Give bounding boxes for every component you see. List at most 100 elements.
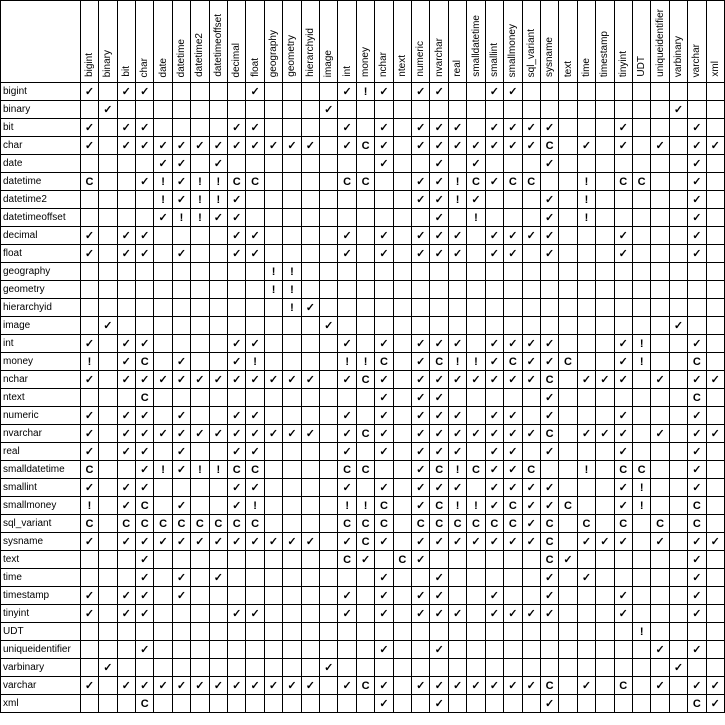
cell-bigint-varchar	[688, 83, 706, 101]
cell-int-smallint: ✓	[485, 335, 503, 353]
cell-time-datetime2	[191, 569, 209, 587]
cell-numeric-real: ✓	[448, 407, 466, 425]
cell-sysname-UDT	[632, 533, 650, 551]
cell-image-varchar	[688, 317, 706, 335]
cell-char-UDT	[632, 137, 650, 155]
col-header-bigint: bigint	[80, 1, 98, 83]
cell-varbinary-geography	[264, 659, 282, 677]
cell-varbinary-real	[448, 659, 466, 677]
cell-ntext-real	[448, 389, 466, 407]
cell-varchar-UDT	[632, 677, 650, 695]
cell-binary-tinyint	[614, 101, 632, 119]
cell-nchar-decimal: ✓	[228, 371, 246, 389]
col-header-binary: binary	[99, 1, 117, 83]
cell-smalldatetime-geography	[264, 461, 282, 479]
cell-image-hierarchyid	[301, 317, 319, 335]
cell-binary-datetimeoffset	[209, 101, 227, 119]
cell-datetimeoffset-sysname: ✓	[540, 209, 558, 227]
cell-sql_variant-datetime2: C	[191, 515, 209, 533]
cell-bigint-date	[154, 83, 172, 101]
cell-ntext-datetime2	[191, 389, 209, 407]
cell-numeric-nvarchar: ✓	[430, 407, 448, 425]
row-header-date: date	[1, 155, 81, 173]
cell-smallint-time	[577, 479, 595, 497]
cell-decimal-float: ✓	[246, 227, 264, 245]
cell-timestamp-geometry	[283, 587, 301, 605]
cell-nchar-time: ✓	[577, 371, 595, 389]
cell-geography-text	[559, 263, 577, 281]
cell-nvarchar-ntext	[393, 425, 411, 443]
col-header-varbinary: varbinary	[669, 1, 687, 83]
cell-smalldatetime-smallint: ✓	[485, 461, 503, 479]
cell-decimal-time	[577, 227, 595, 245]
cell-int-datetimeoffset	[209, 335, 227, 353]
cell-bigint-image	[320, 83, 338, 101]
cell-timestamp-smallmoney	[504, 587, 522, 605]
cell-money-sql_variant: ✓	[522, 353, 540, 371]
cell-tinyint-timestamp	[596, 605, 614, 623]
cell-binary-nvarchar	[430, 101, 448, 119]
cell-numeric-geometry	[283, 407, 301, 425]
cell-time-UDT	[632, 569, 650, 587]
cell-bigint-uniqueidentifier	[651, 83, 669, 101]
cell-int-UDT: !	[632, 335, 650, 353]
cell-nvarchar-decimal: ✓	[228, 425, 246, 443]
col-header-geography: geography	[264, 1, 282, 83]
cell-bit-float: ✓	[246, 119, 264, 137]
cell-smallmoney-smallint: ✓	[485, 497, 503, 515]
cell-varbinary-numeric	[412, 659, 430, 677]
row-header-uniqueidentifier: uniqueidentifier	[1, 641, 81, 659]
row-header-datetimeoffset: datetimeoffset	[1, 209, 81, 227]
cell-nchar-UDT	[632, 371, 650, 389]
cell-binary-int	[338, 101, 356, 119]
cell-bigint-numeric: ✓	[412, 83, 430, 101]
cell-UDT-datetimeoffset	[209, 623, 227, 641]
cell-tinyint-money	[356, 605, 374, 623]
col-header-date: date	[154, 1, 172, 83]
cell-float-geometry	[283, 245, 301, 263]
cell-sysname-sysname: C	[540, 533, 558, 551]
cell-date-datetimeoffset: ✓	[209, 155, 227, 173]
cell-text-nvarchar	[430, 551, 448, 569]
cell-nvarchar-tinyint: ✓	[614, 425, 632, 443]
cell-datetimeoffset-datetime: !	[172, 209, 190, 227]
cell-geometry-binary	[99, 281, 117, 299]
cell-xml-int	[338, 695, 356, 713]
cell-float-smallmoney: ✓	[504, 245, 522, 263]
cell-char-image	[320, 137, 338, 155]
cell-varbinary-time	[577, 659, 595, 677]
cell-smalldatetime-sql_variant: C	[522, 461, 540, 479]
row-header-datetime2: datetime2	[1, 191, 81, 209]
cell-money-decimal: ✓	[228, 353, 246, 371]
cell-decimal-sql_variant: ✓	[522, 227, 540, 245]
cell-money-datetime: ✓	[172, 353, 190, 371]
cell-xml-datetimeoffset	[209, 695, 227, 713]
cell-uniqueidentifier-decimal	[228, 641, 246, 659]
cell-decimal-datetimeoffset	[209, 227, 227, 245]
cell-bigint-xml	[706, 83, 724, 101]
cell-smalldatetime-xml	[706, 461, 724, 479]
cell-timestamp-image	[320, 587, 338, 605]
cell-date-binary	[99, 155, 117, 173]
cell-numeric-smallint: ✓	[485, 407, 503, 425]
cell-hierarchyid-text	[559, 299, 577, 317]
cell-real-bit: ✓	[117, 443, 135, 461]
col-header-real: real	[448, 1, 466, 83]
cell-hierarchyid-datetime2	[191, 299, 209, 317]
cell-date-numeric	[412, 155, 430, 173]
cell-UDT-datetime2	[191, 623, 209, 641]
cell-smallint-char: ✓	[135, 479, 153, 497]
cell-image-UDT	[632, 317, 650, 335]
cell-uniqueidentifier-smallmoney	[504, 641, 522, 659]
cell-time-datetime: ✓	[172, 569, 190, 587]
cell-xml-UDT	[632, 695, 650, 713]
cell-nchar-geometry: ✓	[283, 371, 301, 389]
cell-varchar-sysname: C	[540, 677, 558, 695]
cell-numeric-varbinary	[669, 407, 687, 425]
cell-datetimeoffset-bit	[117, 209, 135, 227]
cell-decimal-geography	[264, 227, 282, 245]
cell-varchar-datetime2: ✓	[191, 677, 209, 695]
cell-ntext-timestamp	[596, 389, 614, 407]
cell-sysname-date: ✓	[154, 533, 172, 551]
cell-nchar-binary	[99, 371, 117, 389]
